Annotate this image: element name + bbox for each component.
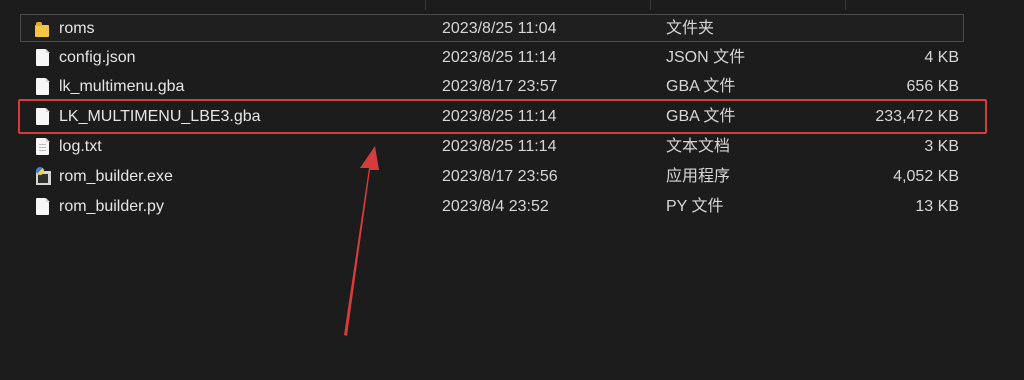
file-row-config-json[interactable]: config.json 2023/8/25 11:14 JSON 文件 4 KB (20, 43, 964, 71)
application-icon (35, 167, 52, 187)
file-name-cell: roms (35, 15, 425, 43)
file-row-log-txt[interactable]: log.txt 2023/8/25 11:14 文本文档 3 KB (20, 132, 964, 160)
file-name-cell: rom_builder.exe (35, 163, 425, 191)
document-icon (35, 77, 51, 97)
file-type: 文本文档 (666, 138, 731, 155)
file-size: 4 KB (924, 49, 959, 66)
file-size: 233,472 KB (875, 108, 959, 125)
file-date: 2023/8/25 11:14 (442, 49, 557, 66)
document-icon (35, 48, 51, 68)
file-type: 文件夹 (666, 20, 715, 37)
file-size: 13 KB (915, 198, 959, 215)
text-document-icon (35, 137, 51, 157)
column-separator-type[interactable] (650, 0, 651, 10)
file-name: lk_multimenu.gba (59, 78, 185, 95)
file-row-rom-builder-py[interactable]: rom_builder.py 2023/8/4 23:52 PY 文件 13 K… (20, 192, 964, 220)
file-row-roms[interactable]: roms 2023/8/25 11:04 文件夹 (20, 14, 964, 42)
file-name: LK_MULTIMENU_LBE3.gba (59, 108, 261, 125)
column-separator-size[interactable] (845, 0, 846, 10)
file-size (821, 15, 959, 43)
file-name: rom_builder.py (59, 198, 164, 215)
file-date: 2023/8/17 23:57 (442, 78, 558, 95)
file-date: 2023/8/17 23:56 (442, 168, 558, 185)
file-row-lk-multimenu-gba[interactable]: lk_multimenu.gba 2023/8/17 23:57 GBA 文件 … (20, 72, 964, 100)
file-explorer-list: roms 2023/8/25 11:04 文件夹 config.json 202… (0, 0, 1024, 380)
folder-icon (35, 21, 51, 37)
file-type: JSON 文件 (666, 49, 746, 66)
file-name: config.json (59, 49, 136, 66)
file-row-rom-builder-exe[interactable]: rom_builder.exe 2023/8/17 23:56 应用程序 4,0… (20, 162, 964, 190)
file-type: GBA 文件 (666, 108, 736, 125)
file-date: 2023/8/4 23:52 (442, 198, 549, 215)
file-date: 2023/8/25 11:14 (442, 108, 557, 125)
file-name-cell: log.txt (35, 133, 425, 161)
file-date: 2023/8/25 11:04 (442, 20, 557, 37)
file-name-cell: config.json (35, 44, 425, 72)
column-separator-date[interactable] (425, 0, 426, 10)
file-name-cell: LK_MULTIMENU_LBE3.gba (35, 103, 425, 131)
file-name: rom_builder.exe (59, 168, 173, 185)
file-name-cell: lk_multimenu.gba (35, 73, 425, 101)
file-size: 4,052 KB (893, 168, 959, 185)
file-row-lk-multimenu-lbe3-gba[interactable]: LK_MULTIMENU_LBE3.gba 2023/8/25 11:14 GB… (20, 102, 964, 130)
file-type: 应用程序 (666, 168, 731, 185)
file-type: PY 文件 (666, 198, 724, 215)
file-size: 656 KB (906, 78, 959, 95)
file-name: log.txt (59, 138, 102, 155)
file-size: 3 KB (924, 138, 959, 155)
file-name: roms (59, 20, 95, 37)
document-icon (35, 107, 51, 127)
file-date: 2023/8/25 11:14 (442, 138, 557, 155)
file-name-cell: rom_builder.py (35, 193, 425, 221)
file-type: GBA 文件 (666, 78, 736, 95)
document-icon (35, 197, 51, 217)
